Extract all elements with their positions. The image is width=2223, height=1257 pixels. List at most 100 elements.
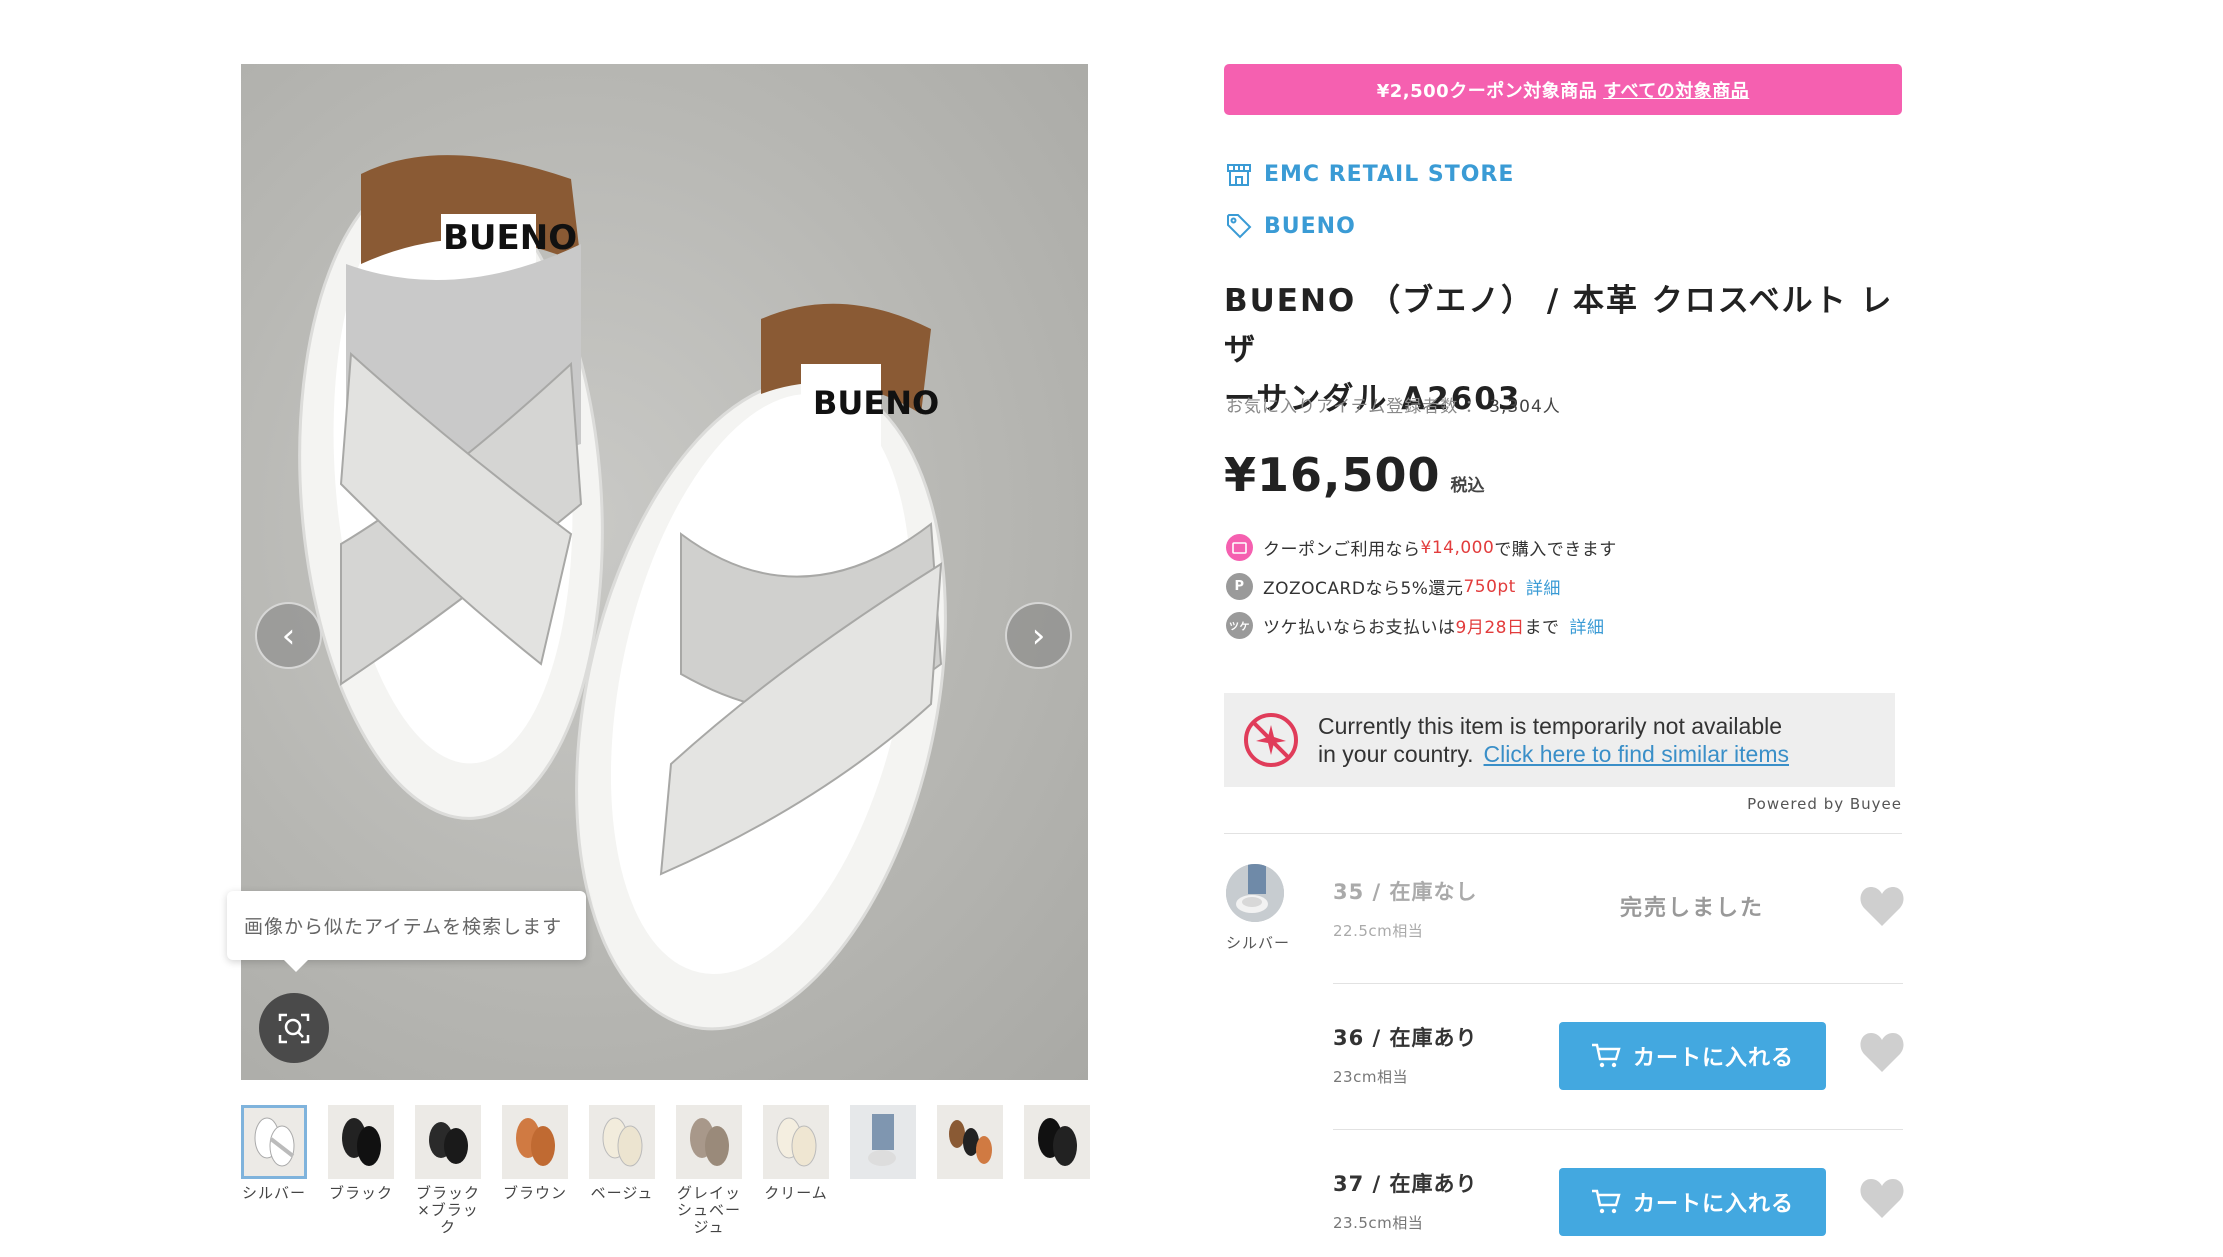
store-icon xyxy=(1227,163,1251,186)
tsuke-detail-link[interactable]: 詳細 xyxy=(1569,613,1604,638)
cart-icon xyxy=(1591,1189,1621,1214)
points-icon: P xyxy=(1226,573,1253,600)
availability-notice: Currently this item is temporarily not a… xyxy=(1224,693,1895,787)
stock-status: 在庫あり xyxy=(1389,1172,1478,1196)
favorite-number: 3,304人 xyxy=(1489,397,1561,417)
zozocard-text: ZOZOCARDなら5%還元 xyxy=(1263,579,1464,599)
thumbnail-image xyxy=(415,1105,481,1179)
tag-icon xyxy=(1227,214,1252,239)
prev-image-button[interactable]: ‹ xyxy=(255,602,322,669)
size-number: 37 xyxy=(1333,1172,1365,1196)
thumbnail-item[interactable]: グレイッシュベージュ xyxy=(676,1105,742,1236)
coupon-banner-text: ¥2,500クーポン対象商品 xyxy=(1376,80,1598,102)
zozocard-points: 750pt xyxy=(1463,576,1516,597)
tsuke-date: 9月28日 xyxy=(1455,618,1525,638)
thumbnail-item[interactable]: ブラック xyxy=(328,1105,394,1202)
unavailable-plane-icon xyxy=(1244,713,1298,767)
tsuke-text: ツケ払いならお支払いは xyxy=(1263,618,1456,638)
next-image-button[interactable]: › xyxy=(1005,602,1072,669)
similar-items-link[interactable]: Click here to find similar items xyxy=(1484,741,1789,767)
thumbnail-image xyxy=(850,1105,916,1179)
image-search-button[interactable] xyxy=(259,993,329,1063)
coupon-benefit-text: クーポンご利用なら xyxy=(1263,540,1421,560)
thumbnail-label: クリーム xyxy=(764,1184,828,1202)
tsuke-benefit: ツケ ツケ払いならお支払いは 9月28日 まで 詳細 xyxy=(1226,612,1604,639)
size-label: 35 / 在庫なし xyxy=(1333,880,1478,904)
stock-status: 在庫あり xyxy=(1389,1026,1478,1050)
cart-icon xyxy=(1591,1043,1621,1068)
thumbnail-item[interactable] xyxy=(937,1105,1003,1185)
left-sandal-logo: BUENO xyxy=(443,218,577,258)
stock-status: 在庫なし xyxy=(1389,880,1478,904)
thumbnail-image xyxy=(676,1105,742,1179)
color-swatch[interactable] xyxy=(1226,864,1284,922)
size-row: 37 / 在庫あり 23.5cm相当 カートに入れる xyxy=(1333,1168,1905,1257)
heart-icon[interactable] xyxy=(1859,1176,1905,1220)
divider xyxy=(1333,1129,1903,1130)
favorite-label: お気に入りアイテム登録者数 ： xyxy=(1226,397,1483,417)
size-row: 35 / 在庫なし 22.5cm相当 完売しました xyxy=(1333,876,1905,1022)
thumbnail-item[interactable]: クリーム xyxy=(763,1105,829,1202)
color-name: シルバー xyxy=(1226,934,1291,952)
thumbnail-item[interactable]: ベージュ xyxy=(589,1105,655,1202)
product-title-line1: BUENO （ブエノ） / 本革 クロスベルト レザ xyxy=(1224,283,1894,368)
powered-by-buyee: Powered by Buyee xyxy=(1747,795,1902,813)
coupon-all-items-link[interactable]: すべての対象商品 xyxy=(1603,77,1749,103)
thumbnail-label: ブラック×ブラック xyxy=(415,1184,480,1236)
thumbnail-image xyxy=(763,1105,829,1179)
heart-icon[interactable] xyxy=(1859,1030,1905,1074)
tax-label: 税込 xyxy=(1450,476,1485,496)
coupon-benefit: クーポンご利用なら ¥14,000 で購入できます xyxy=(1226,534,1617,561)
color-swatch-image xyxy=(1226,864,1284,922)
zozocard-benefit: P ZOZOCARDなら5%還元 750pt 詳細 xyxy=(1226,573,1561,600)
store-name: EMC RETAIL STORE xyxy=(1264,162,1515,187)
coupon-banner: ¥2,500クーポン対象商品 すべての対象商品 xyxy=(1224,64,1902,115)
chevron-right-icon: › xyxy=(1031,615,1046,656)
coupon-benefit-suffix: で購入できます xyxy=(1494,540,1617,560)
divider xyxy=(1333,983,1903,984)
image-search-tooltip-text: 画像から似たアイテムを検索します xyxy=(244,916,563,938)
heart-icon[interactable] xyxy=(1859,884,1905,928)
thumbnail-label: ブラウン xyxy=(502,1184,567,1202)
thumbnail-item[interactable] xyxy=(1024,1105,1090,1185)
store-link[interactable]: EMC RETAIL STORE xyxy=(1226,162,1514,187)
add-to-cart-button[interactable]: カートに入れる xyxy=(1559,1168,1826,1236)
thumbnail-item[interactable]: シルバー xyxy=(241,1105,307,1202)
size-number: 35 xyxy=(1333,880,1365,904)
size-number: 36 xyxy=(1333,1026,1365,1050)
size-equivalent: 23cm相当 xyxy=(1333,1068,1408,1086)
price-block: ¥16,500 税込 xyxy=(1224,448,1485,502)
add-to-cart-button[interactable]: カートに入れる xyxy=(1559,1022,1826,1090)
thumbnail-image xyxy=(328,1105,394,1179)
favorite-count: お気に入りアイテム登録者数 ： 3,304人 xyxy=(1226,392,1561,417)
notice-line2: in your country. xyxy=(1318,741,1474,767)
thumbnail-item[interactable]: ブラウン xyxy=(502,1105,568,1202)
camera-search-icon xyxy=(278,1013,310,1044)
tsuke-icon: ツケ xyxy=(1226,612,1253,639)
thumbnail-strip: シルバー ブラック ブラック×ブラック ブラウン ベージュ グレイッシュベージュ… xyxy=(241,1105,1091,1257)
right-sandal-logo: BUENO xyxy=(813,384,939,422)
size-label: 37 / 在庫あり xyxy=(1333,1172,1478,1196)
brand-link[interactable]: BUENO xyxy=(1226,213,1356,239)
thumbnail-item[interactable]: ブラック×ブラック xyxy=(415,1105,481,1236)
notice-line1: Currently this item is temporarily not a… xyxy=(1318,713,1783,739)
sold-out-label: 完売しました xyxy=(1620,896,1765,921)
image-search-tooltip: 画像から似たアイテムを検索します xyxy=(227,891,586,972)
tsuke-suffix: まで xyxy=(1524,618,1560,638)
thumbnail-label: シルバー xyxy=(241,1184,306,1202)
divider xyxy=(1224,833,1902,834)
zozocard-detail-link[interactable]: 詳細 xyxy=(1526,574,1561,599)
brand-name: BUENO xyxy=(1264,213,1356,239)
thumbnail-item[interactable] xyxy=(850,1105,916,1185)
price-amount: ¥16,500 xyxy=(1224,448,1441,502)
size-label: 36 / 在庫あり xyxy=(1333,1026,1478,1050)
coupon-price: ¥14,000 xyxy=(1420,537,1495,558)
thumbnail-image xyxy=(589,1105,655,1179)
size-equivalent: 23.5cm相当 xyxy=(1333,1214,1424,1232)
add-to-cart-label: カートに入れる xyxy=(1632,1192,1794,1217)
chevron-left-icon: ‹ xyxy=(281,615,296,656)
add-to-cart-label: カートに入れる xyxy=(1632,1046,1794,1071)
thumbnail-label: ブラック xyxy=(328,1184,393,1202)
size-equivalent: 22.5cm相当 xyxy=(1333,922,1424,940)
notice-text: Currently this item is temporarily not a… xyxy=(1318,712,1789,768)
